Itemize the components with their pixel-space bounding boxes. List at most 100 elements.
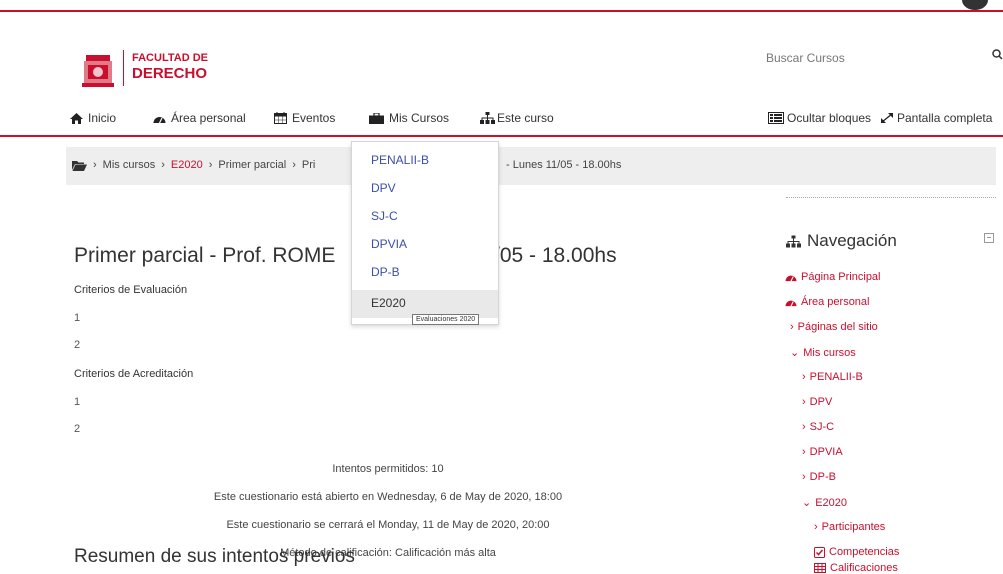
sitemap-icon	[786, 235, 801, 247]
nav-tree-competencias[interactable]: Competencias	[814, 546, 899, 558]
dashboard-icon	[785, 275, 797, 282]
dropdown-item-dpvia[interactable]: DPVIA	[352, 231, 498, 259]
breadcrumb-primer-parcial[interactable]: Primer parcial	[218, 159, 286, 171]
nav-tree-label: Competencias	[829, 546, 900, 558]
check-square-icon	[814, 546, 825, 558]
nav-inicio-label: Inicio	[88, 111, 117, 125]
breadcrumb-e2020[interactable]: E2020	[171, 159, 203, 171]
breadcrumb-mis-cursos[interactable]: Mis cursos	[103, 159, 156, 171]
dropdown-item-label: DPV	[371, 181, 396, 195]
navigation-block-title: Navegación	[786, 231, 897, 251]
nav-tree-label: SJ-C	[809, 421, 835, 433]
eval-criteria-item: 1	[74, 312, 81, 324]
acred-criteria-label: Criterios de Acreditación	[74, 368, 194, 380]
breadcrumb-separator: ›	[292, 159, 296, 171]
expand-icon	[881, 113, 893, 123]
dropdown-item-penalii-b[interactable]: PENALII-B	[352, 147, 498, 175]
user-avatar[interactable]	[962, 0, 988, 10]
acred-criteria-item: 1	[74, 396, 81, 408]
mis-cursos-dropdown: PENALII-B DPV SJ-C DPVIA DP-B E2020	[351, 141, 499, 325]
fullscreen-button[interactable]: Pantalla completa	[880, 111, 992, 125]
university-crest-logo[interactable]	[78, 53, 118, 89]
nav-tree-label: PENALII-B	[809, 371, 863, 383]
search-icon[interactable]	[992, 49, 1003, 63]
nav-area-personal[interactable]: Área personal	[153, 111, 246, 125]
nav-eventos-label: Eventos	[292, 111, 336, 125]
brand-name[interactable]: FACULTAD DE DERECHO	[132, 52, 208, 82]
brand-line-1: FACULTAD DE	[132, 52, 208, 64]
quiz-open-date: Este cuestionario está abierto en Wednes…	[213, 491, 563, 503]
chevron-right-icon: ›	[814, 521, 818, 533]
nav-tree-label: E2020	[815, 496, 848, 509]
top-accent-line	[0, 10, 1003, 12]
chevron-right-icon: ›	[802, 446, 806, 458]
nav-tree-sj-c[interactable]: › SJ-C	[802, 421, 834, 433]
nav-eventos[interactable]: Eventos	[274, 111, 335, 125]
chevron-down-icon: ⌄	[790, 347, 800, 359]
hide-blocks-button[interactable]: Ocultar bloques	[768, 111, 871, 125]
chevron-right-icon: ›	[802, 371, 806, 383]
breadcrumb-separator: ›	[161, 159, 165, 171]
calendar-icon	[274, 112, 287, 124]
nav-este-curso-label: Este curso	[497, 111, 554, 125]
dashboard-icon	[153, 116, 166, 123]
table-icon	[814, 563, 826, 573]
fullscreen-label: Pantalla completa	[897, 111, 993, 125]
collapse-block-icon[interactable]	[984, 233, 994, 243]
nav-tree-mis-cursos[interactable]: ⌄ Mis cursos	[790, 346, 856, 360]
nav-tree-pagina-principal[interactable]: Página Principal	[785, 271, 881, 283]
briefcase-icon	[369, 112, 384, 124]
nav-tree-label: Participantes	[821, 521, 886, 533]
nav-tree-area-personal[interactable]: Área personal	[785, 296, 870, 308]
eval-criteria-item: 2	[74, 339, 81, 351]
breadcrumb-current-partial: Pri	[301, 159, 316, 171]
dropdown-item-dp-b[interactable]: DP-B	[352, 259, 498, 287]
nav-inicio[interactable]: Inicio	[70, 111, 116, 125]
nav-mis-cursos-label: Mis Cursos	[389, 111, 450, 125]
nav-tree-participantes[interactable]: › Participantes	[814, 521, 885, 533]
nav-tree-label: DPV	[809, 396, 833, 408]
search-input[interactable]: Buscar Cursos	[766, 51, 845, 65]
acred-criteria-item: 2	[74, 423, 81, 435]
navigation-block-title-label: Navegación	[807, 231, 897, 250]
eval-criteria-label: Criterios de Evaluación	[74, 284, 188, 296]
chevron-right-icon: ›	[802, 396, 806, 408]
nav-tree-label: Página Principal	[801, 271, 881, 283]
nav-tree-dpv[interactable]: › DPV	[802, 396, 832, 408]
breadcrumb-separator: ›	[93, 159, 97, 171]
page-title-part-2: /05 - 18.00hs	[494, 244, 617, 267]
dropdown-item-dpv[interactable]: DPV	[352, 175, 498, 203]
nav-mis-cursos[interactable]: Mis Cursos	[369, 111, 449, 125]
nav-tree-penalii-b[interactable]: › PENALII-B	[802, 371, 863, 383]
hide-blocks-label: Ocultar bloques	[787, 111, 872, 125]
chevron-right-icon: ›	[802, 471, 806, 483]
previous-attempts-heading: Resumen de sus intentos previos	[74, 546, 355, 567]
quiz-close-date: Este cuestionario se cerrará el Monday, …	[226, 519, 550, 531]
breadcrumb: › Mis cursos › E2020 › Primer parcial › …	[66, 147, 996, 185]
nav-area-personal-label: Área personal	[171, 111, 246, 125]
chevron-down-icon: ⌄	[802, 497, 812, 509]
chevron-right-icon: ›	[790, 321, 794, 333]
block-divider	[786, 197, 996, 198]
dropdown-item-sj-c[interactable]: SJ-C	[352, 203, 498, 231]
dropdown-item-label: PENALII-B	[371, 153, 430, 167]
nav-tree-paginas-del-sitio[interactable]: › Páginas del sitio	[790, 321, 878, 333]
nav-tree-e2020[interactable]: ⌄ E2020	[802, 496, 848, 510]
dropdown-item-label: DPVIA	[371, 237, 408, 251]
dropdown-item-label: DP-B	[371, 265, 400, 279]
nav-tree-label: Área personal	[801, 296, 870, 308]
main-nav: Inicio Área personal Eventos Mis Cursos …	[0, 111, 1003, 133]
nav-tree-label: DP-B	[809, 471, 836, 483]
dropdown-item-label: E2020	[371, 296, 406, 310]
home-icon	[70, 112, 83, 124]
page-title-part-1: Primer parcial - Prof. ROME	[74, 244, 336, 267]
nav-tree-calificaciones[interactable]: Calificaciones	[814, 562, 898, 574]
sitemap-icon	[480, 112, 495, 124]
nav-tree-dp-b[interactable]: › DP-B	[802, 471, 836, 483]
nav-este-curso[interactable]: Este curso	[480, 111, 554, 125]
nav-tree-label: DPVIA	[809, 446, 843, 458]
chevron-right-icon: ›	[802, 421, 806, 433]
nav-accent-line	[0, 135, 1003, 137]
page-title: Primer parcial - Prof. ROME /05 - 18.00h…	[74, 244, 617, 268]
nav-tree-dpvia[interactable]: › DPVIA	[802, 446, 843, 458]
